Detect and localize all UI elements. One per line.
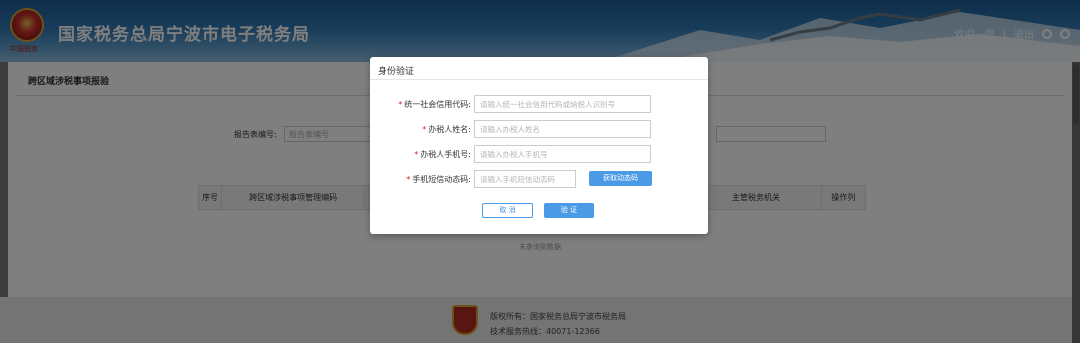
sms-code-row: *手机短信动态码: 获取动态码 [370, 170, 708, 188]
dialog-divider [370, 79, 708, 80]
sms-code-label: * 手机短信动态码: [406, 175, 471, 184]
credit-code-row: * 统一社会信用代码: [370, 95, 708, 113]
identity-verification-dialog: 身份验证 *统一社会信用代码: *办税人姓名: *办税人手机号: *手机短信动态… [370, 57, 708, 234]
agent-phone-row: * 办税人手机号: [370, 145, 708, 163]
credit-code-input[interactable] [474, 95, 651, 113]
cancel-button[interactable]: 取 消 [482, 203, 533, 218]
credit-code-label: * 统一社会信用代码: [398, 100, 471, 109]
sms-code-input[interactable] [474, 170, 576, 188]
agent-name-input[interactable] [474, 120, 651, 138]
agent-name-row: * 办税人姓名: [370, 120, 708, 138]
dialog-title: 身份验证 [378, 67, 415, 77]
agent-phone-label: * 办税人手机号: [414, 150, 471, 159]
agent-name-label: * 办税人姓名: [422, 125, 471, 134]
get-code-button[interactable]: 获取动态码 [589, 171, 652, 186]
agent-phone-input[interactable] [474, 145, 651, 163]
verify-button[interactable]: 验 证 [544, 203, 594, 218]
